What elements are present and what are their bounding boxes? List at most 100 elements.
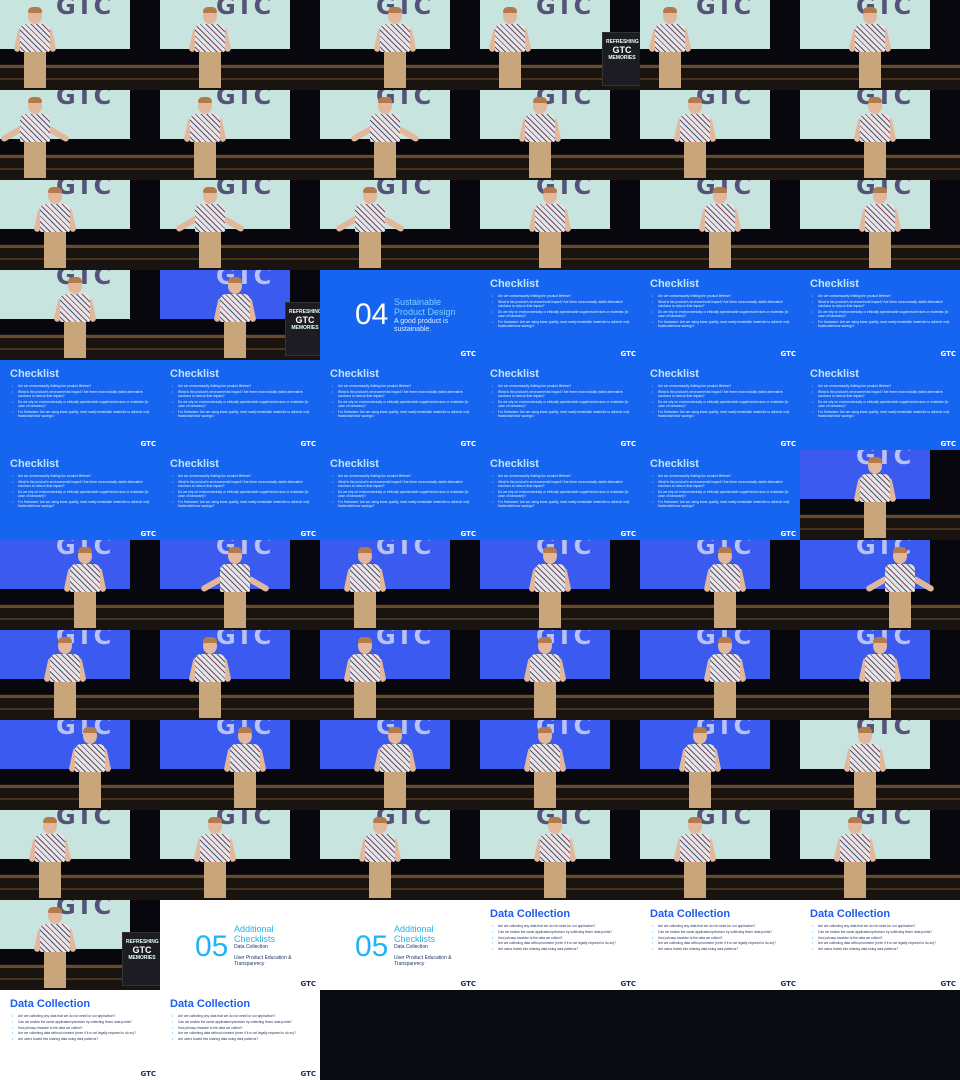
podium-line2: GTC [612,45,632,55]
section-slide-04: 04 Sustainable Product Design A good pro… [320,270,480,360]
speaker-pants [684,862,706,898]
data-collection-items: Are we collecting any data that we do no… [12,1014,152,1043]
speaker-pants [859,52,881,88]
speaker-hair [203,187,217,193]
stage-rail [160,695,320,698]
stage-frame: GTC [480,540,640,630]
checklist-item: What is the product's environmental impa… [332,480,472,488]
data-collection-item: Are we collecting data without consent (… [492,941,632,945]
data-collection-slide: Data Collection Are we collecting any da… [480,900,640,990]
gtc-logo: GTC [140,440,156,448]
podium: REFRESHING GTC MEMORIES [122,932,160,986]
data-collection-item: Are we collecting any data that we do no… [492,924,632,928]
data-collection-item: Can we realize the same application/prec… [12,1020,152,1024]
stage-frame: GTC [800,630,960,720]
gtc-logo: GTC [696,0,753,20]
speaker-shirt [370,114,400,142]
speaker-pants [234,772,256,808]
stage-rail-lower [160,888,320,890]
checklist-item: What is the product's environmental impa… [812,390,952,398]
speaker-hair [693,727,707,733]
stage-frame: GTC REFRESHING GTC MEMORIES [160,270,320,360]
stage-rail [320,695,480,698]
speaker-pants [659,52,681,88]
data-collection-item: Are users fooled into sharing data using… [812,947,952,951]
speaker-hair [228,277,242,283]
stage-rail-lower [320,708,480,710]
speaker [28,817,72,898]
gtc-logo: GTC [620,440,636,448]
speaker-shirt [540,834,570,862]
speaker [533,817,577,898]
stage-rail [640,155,800,158]
speaker [858,187,902,268]
speaker-pants [354,682,376,718]
checklist-item: Are we unnecessarily limiting the produc… [812,294,952,298]
checklist-item: Are we unnecessarily limiting the produc… [12,384,152,388]
speaker-shirt [220,294,250,322]
stage-frame: GTC [0,630,160,720]
checklist-item: For Hardware: Are we using lower-quality… [172,410,312,418]
checklist-item: Are we unnecessarily limiting the produc… [332,474,472,478]
stage-frame: GTC [800,180,960,270]
speaker-hair [203,7,217,13]
stage-rail [800,875,960,878]
stage-frame: GTC [160,90,320,180]
speaker-hair [543,547,557,553]
stage-rail [640,875,800,878]
checklist-item: Do we rely on environmentally or ethical… [12,400,152,408]
speaker-hair [208,817,222,823]
checklist-item: Are we unnecessarily limiting the produc… [332,384,472,388]
stage-rail [0,245,160,248]
checklist-item: Do we rely on environmentally or ethical… [492,490,632,498]
stage-frame: GTC [320,630,480,720]
checklist-item: What is the product's environmental impa… [492,390,632,398]
data-collection-item: Are we collecting any data that we do no… [172,1014,312,1018]
speaker-hair [358,547,372,553]
checklist-slide: Checklist Are we unnecessarily limiting … [480,270,640,360]
speaker [853,97,897,178]
section-slide-05: 05 Additional Checklists Data Collection… [320,900,480,990]
data-collection-item: Are users fooled into sharing data using… [652,947,792,951]
speaker-pants [374,142,396,178]
speaker [188,7,232,88]
speaker-pants [539,592,561,628]
gtc-logo: GTC [536,0,593,20]
speaker-pants [24,142,46,178]
speaker-pants [359,232,381,268]
checklist-item: For Hardware: Are we using lower-quality… [812,320,952,328]
speaker [200,547,270,628]
speaker-hair [228,547,242,553]
speaker-hair [718,547,732,553]
data-collection-item: Are we collecting any data that we do no… [812,924,952,928]
speaker-shirt [530,654,560,682]
speaker-shirt [350,654,380,682]
stage-frame: GTC [480,630,640,720]
speaker-hair [363,187,377,193]
speaker-pants [199,682,221,718]
gtc-logo: GTC [300,530,316,538]
speaker-shirt [365,834,395,862]
section-subtitle-2: User Product Education & Transparency [394,955,452,967]
speaker-shirt [525,114,555,142]
speaker-hair [688,817,702,823]
stage-frame: GTC [800,450,960,540]
stage-frame: GTC REFRESHING GTC MEMORIES [0,900,160,990]
speaker-pants [864,502,886,538]
speaker [648,7,692,88]
stage-frame: GTC [800,0,960,90]
slide-title: Data Collection [10,998,91,1010]
podium: REFRESHING GTC MEMORIES [602,32,640,86]
speaker-shirt [380,24,410,52]
checklist-item: For Hardware: Are we using lower-quality… [492,410,632,418]
podium-sign: REFRESHING GTC MEMORIES [289,309,320,331]
speaker-pants [709,232,731,268]
slide-title: Data Collection [490,908,571,920]
speaker [343,637,387,718]
speaker [43,637,87,718]
checklist-item: What is the product's environmental impa… [812,300,952,308]
section-subtitle-1: Data Collection [394,944,428,950]
slide-title: Data Collection [810,908,891,920]
gtc-logo: GTC [620,350,636,358]
speaker-pants [499,52,521,88]
